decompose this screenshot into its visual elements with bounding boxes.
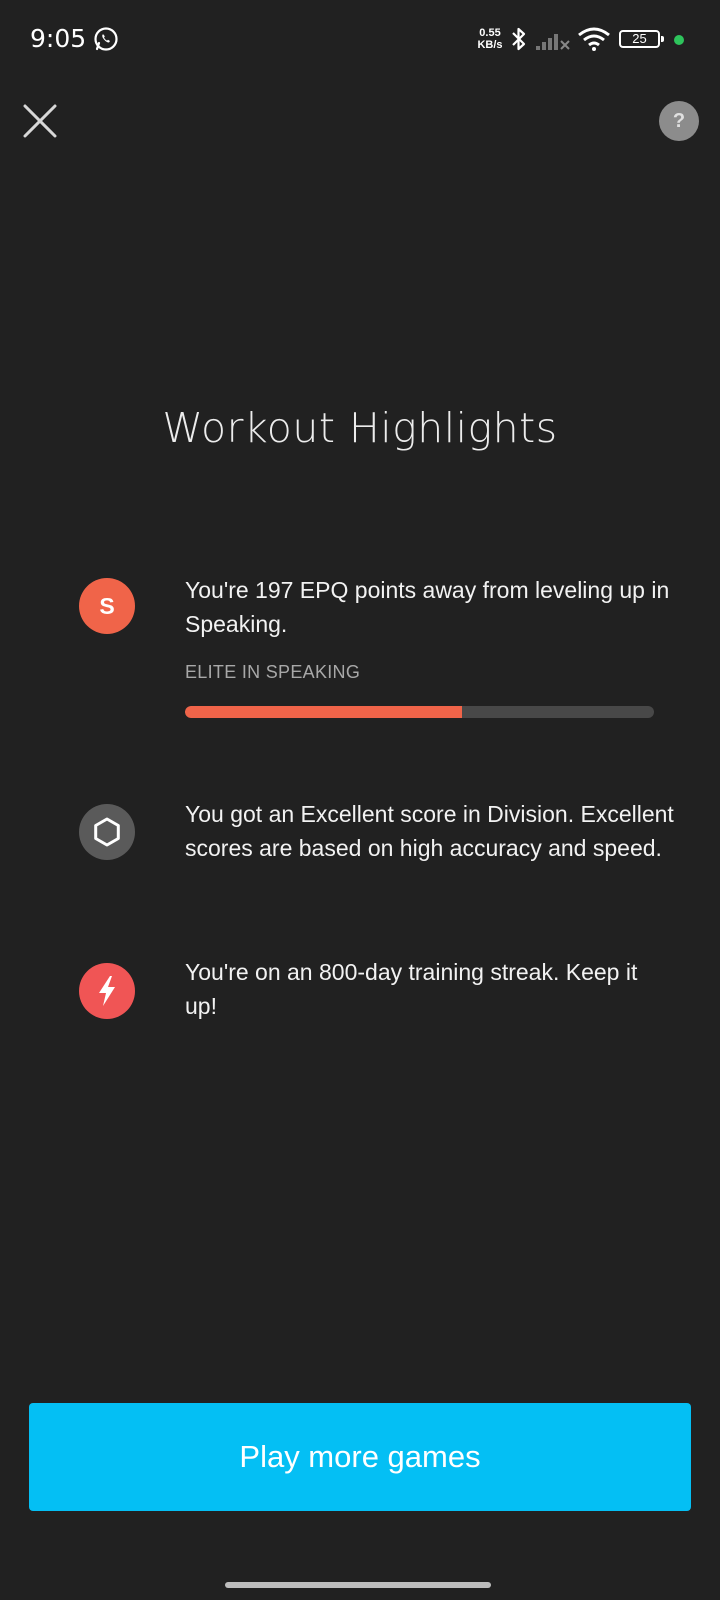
network-speed: 0.55 KB/s (474, 27, 506, 51)
wifi-icon (578, 27, 610, 51)
bolt-shape (99, 976, 115, 1006)
whatsapp-icon (94, 27, 118, 51)
lightning-bolt-icon (79, 963, 135, 1019)
status-time: 9:05 (30, 24, 87, 53)
status-bar: 9:05 0.55 KB/s 25 (0, 0, 720, 80)
highlight-text-speaking: You're 197 EPQ points away from leveling… (185, 577, 670, 637)
bluetooth-icon (512, 27, 526, 51)
level-progress-bar (185, 706, 654, 718)
highlight-text-division: You got an Excellent score in Division. … (185, 801, 674, 861)
hexagon-shape (94, 817, 120, 847)
speaking-s-icon: S (79, 578, 135, 634)
close-icon[interactable] (22, 103, 58, 139)
network-speed-unit: KB/s (477, 39, 503, 51)
hexagon-icon (79, 804, 135, 860)
level-progress-fill (185, 706, 462, 718)
highlight-text-streak: You're on an 800-day training streak. Ke… (185, 959, 638, 1019)
signal-icon (536, 34, 570, 50)
speaking-icon-letter: S (99, 592, 115, 619)
green-dot-icon (674, 35, 684, 45)
battery-icon: 25 (619, 30, 664, 48)
play-more-games-button[interactable]: Play more games (29, 1403, 691, 1511)
network-speed-value: 0.55 (479, 27, 501, 39)
home-indicator[interactable] (225, 1582, 491, 1588)
level-label: ELITE IN SPEAKING (185, 662, 361, 682)
help-button[interactable]: ? (659, 101, 699, 141)
page-title: Workout Highlights (162, 404, 558, 452)
